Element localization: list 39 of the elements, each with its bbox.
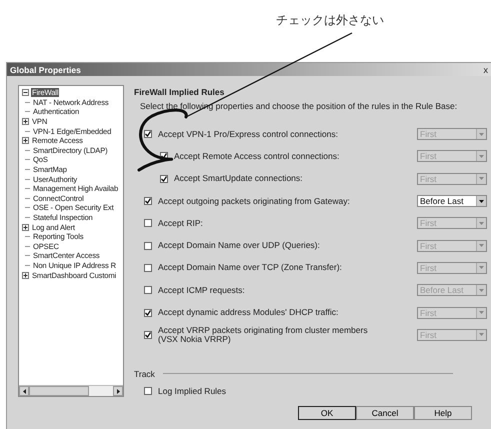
caret-icon[interactable] [479,200,484,203]
checkbox[interactable] [144,197,152,206]
checkbox[interactable] [144,219,152,228]
checkbox[interactable] [144,130,152,138]
position-dropdown[interactable]: Before Last [417,195,487,208]
group-label: Track [134,368,155,379]
checkbox[interactable] [144,308,152,317]
close-button[interactable]: x [484,64,488,74]
checkbox-label: Accept VPN-1 Pro/Express control connections: [158,130,338,139]
expand-icon[interactable] [22,224,29,231]
section-title: FireWall Implied Rules [134,87,226,99]
checkbox[interactable] [160,174,168,183]
checkbox-label: Accept RIP: [158,218,203,228]
checkbox-label: Accept Domain Name over TCP (Zone Transfer): [158,263,342,272]
checkbox[interactable] [144,242,152,250]
checkbox-label: Accept outgoing packets originating from Gateway: [158,196,350,206]
dialog-button[interactable]: OK [298,406,356,420]
checkbox[interactable] [144,264,152,272]
checkbox[interactable] [144,330,152,339]
checkbox[interactable] [144,387,152,396]
expand-icon[interactable] [22,118,29,126]
collapse-icon[interactable] [22,89,29,96]
checkbox-label: Accept Domain Name over UDP (Queries): [158,241,320,250]
window-title: Global Properties [10,64,81,74]
expand-icon[interactable] [22,272,29,279]
left-arrow-icon[interactable] [22,388,26,394]
checkbox-label: Accept SmartUpdate connections: [174,174,303,184]
checkbox-label: Log Implied Rules [158,386,226,396]
dialog-button[interactable]: Cancel [356,406,414,420]
annotation-text: チェックは外さない [276,12,384,29]
checkbox[interactable] [144,286,152,294]
checkbox-label: Accept dynamic address Modules' DHCP traffic: [158,308,338,318]
right-arrow-icon[interactable] [116,388,120,394]
checkbox-label: Accept ICMP requests: [158,286,245,295]
checkbox-label: Accept Remote Access control connections: [174,152,340,161]
dialog-button[interactable]: Help [414,406,472,420]
checkbox-label: Accept VRRP packets originating from cluster members (VSX Nokia VRRP) [158,326,368,344]
expand-icon[interactable] [22,137,29,144]
scrollbar[interactable] [19,385,123,396]
